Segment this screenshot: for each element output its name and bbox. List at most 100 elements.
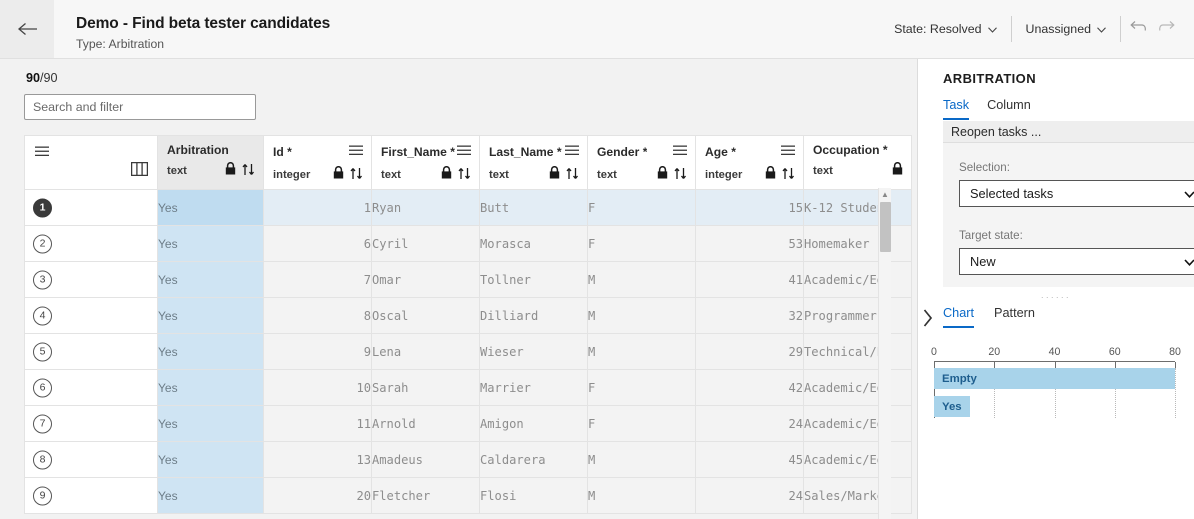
cell-id[interactable]: 6 bbox=[263, 225, 372, 262]
cell-first-name[interactable]: Cyril bbox=[371, 225, 480, 262]
hamburger-icon[interactable] bbox=[673, 143, 687, 161]
row-selector-cell[interactable]: 8 bbox=[24, 441, 158, 478]
panel-resize-grip[interactable]: ...... bbox=[918, 287, 1194, 300]
sort-icon[interactable] bbox=[242, 163, 255, 179]
cell-id[interactable]: 20 bbox=[263, 477, 372, 514]
tab-pattern[interactable]: Pattern bbox=[994, 306, 1035, 328]
panel-collapse-toggle[interactable] bbox=[918, 307, 938, 333]
cell-occupation[interactable]: K-12 Student bbox=[803, 189, 912, 226]
table-row[interactable]: 5 Yes 9 Lena Wieser M 29 Technical/En bbox=[24, 333, 912, 370]
state-filter-dropdown[interactable]: State: Resolved bbox=[883, 17, 1007, 41]
sort-icon[interactable] bbox=[350, 167, 363, 183]
cell-arbitration[interactable]: Yes bbox=[157, 369, 264, 406]
back-button[interactable] bbox=[0, 0, 54, 58]
table-row[interactable]: 1 Yes 1 Ryan Butt F 15 K-12 Student bbox=[24, 189, 912, 226]
sort-icon[interactable] bbox=[566, 167, 579, 183]
cell-first-name[interactable]: Arnold bbox=[371, 405, 480, 442]
row-number-badge[interactable]: 7 bbox=[33, 414, 52, 433]
lock-icon[interactable] bbox=[765, 166, 776, 184]
row-selector-cell[interactable]: 9 bbox=[24, 477, 158, 514]
cell-gender[interactable]: F bbox=[587, 405, 696, 442]
chart-bar[interactable]: Empty bbox=[934, 368, 1175, 389]
cell-occupation[interactable]: Homemaker bbox=[803, 225, 912, 262]
table-row[interactable]: 6 Yes 10 Sarah Marrier F 42 Academic/Edu bbox=[24, 369, 912, 406]
cell-id[interactable]: 9 bbox=[263, 333, 372, 370]
hamburger-icon[interactable] bbox=[35, 144, 49, 162]
tab-task[interactable]: Task bbox=[943, 98, 970, 120]
cell-age[interactable]: 42 bbox=[695, 369, 804, 406]
tab-chart[interactable]: Chart bbox=[943, 306, 975, 328]
column-header-id[interactable]: Id * integer bbox=[263, 135, 372, 190]
row-number-badge[interactable]: 2 bbox=[33, 234, 52, 253]
row-number-badge[interactable]: 4 bbox=[33, 306, 52, 325]
hamburger-icon[interactable] bbox=[457, 143, 471, 161]
cell-gender[interactable]: M bbox=[587, 261, 696, 298]
scrollbar-thumb[interactable] bbox=[880, 202, 891, 252]
cell-age[interactable]: 15 bbox=[695, 189, 804, 226]
cell-first-name[interactable]: Lena bbox=[371, 333, 480, 370]
redo-button[interactable] bbox=[1152, 16, 1180, 42]
cell-arbitration[interactable]: Yes bbox=[157, 477, 264, 514]
cell-last-name[interactable]: Flosi bbox=[479, 477, 588, 514]
lock-icon[interactable] bbox=[333, 166, 344, 184]
table-row[interactable]: 4 Yes 8 Oscal Dilliard M 32 Programmer bbox=[24, 297, 912, 334]
columns-icon[interactable] bbox=[130, 161, 149, 181]
cell-occupation[interactable]: Academic/Edu bbox=[803, 405, 912, 442]
sort-icon[interactable] bbox=[782, 167, 795, 183]
row-selector-cell[interactable]: 3 bbox=[24, 261, 158, 298]
cell-occupation[interactable]: Sales/Market bbox=[803, 477, 912, 514]
cell-gender[interactable]: M bbox=[587, 333, 696, 370]
lock-icon[interactable] bbox=[549, 166, 560, 184]
cell-last-name[interactable]: Morasca bbox=[479, 225, 588, 262]
cell-id[interactable]: 1 bbox=[263, 189, 372, 226]
row-selector-cell[interactable]: 2 bbox=[24, 225, 158, 262]
lock-icon[interactable] bbox=[225, 162, 236, 180]
cell-last-name[interactable]: Marrier bbox=[479, 369, 588, 406]
tab-column[interactable]: Column bbox=[987, 98, 1031, 120]
cell-last-name[interactable]: Amigon bbox=[479, 405, 588, 442]
cell-age[interactable]: 45 bbox=[695, 441, 804, 478]
selection-dropdown[interactable]: Selected tasks bbox=[959, 180, 1194, 207]
assignee-dropdown[interactable]: Unassigned bbox=[1015, 17, 1117, 41]
cell-first-name[interactable]: Amadeus bbox=[371, 441, 480, 478]
cell-last-name[interactable]: Wieser bbox=[479, 333, 588, 370]
hamburger-icon[interactable] bbox=[349, 143, 363, 161]
row-number-badge[interactable]: 1 bbox=[33, 198, 52, 217]
scroll-up-icon[interactable]: ▲ bbox=[881, 190, 889, 199]
row-number-badge[interactable]: 6 bbox=[33, 378, 52, 397]
column-header-age[interactable]: Age * integer bbox=[695, 135, 804, 190]
cell-id[interactable]: 13 bbox=[263, 441, 372, 478]
cell-age[interactable]: 24 bbox=[695, 405, 804, 442]
cell-arbitration[interactable]: Yes bbox=[157, 189, 264, 226]
chart-bar[interactable]: Yes bbox=[934, 396, 971, 417]
cell-first-name[interactable]: Ryan bbox=[371, 189, 480, 226]
search-input[interactable] bbox=[24, 94, 256, 120]
row-number-badge[interactable]: 9 bbox=[33, 486, 52, 505]
column-header-gender[interactable]: Gender * text bbox=[587, 135, 696, 190]
cell-gender[interactable]: F bbox=[587, 225, 696, 262]
target-state-dropdown[interactable]: New bbox=[959, 248, 1194, 275]
undo-button[interactable] bbox=[1124, 16, 1152, 42]
cell-occupation[interactable]: Academic/Edu bbox=[803, 369, 912, 406]
cell-id[interactable]: 11 bbox=[263, 405, 372, 442]
cell-last-name[interactable]: Dilliard bbox=[479, 297, 588, 334]
cell-gender[interactable]: F bbox=[587, 369, 696, 406]
row-number-badge[interactable]: 5 bbox=[33, 342, 52, 361]
column-header-arbitration[interactable]: Arbitration text bbox=[157, 135, 264, 190]
row-selector-cell[interactable]: 4 bbox=[24, 297, 158, 334]
cell-age[interactable]: 24 bbox=[695, 477, 804, 514]
column-header-last-name[interactable]: Last_Name * text bbox=[479, 135, 588, 190]
cell-first-name[interactable]: Sarah bbox=[371, 369, 480, 406]
cell-arbitration[interactable]: Yes bbox=[157, 333, 264, 370]
column-header-occupation[interactable]: Occupation * text bbox=[803, 135, 912, 190]
hamburger-icon[interactable] bbox=[781, 143, 795, 161]
cell-age[interactable]: 32 bbox=[695, 297, 804, 334]
lock-icon[interactable] bbox=[892, 162, 903, 180]
cell-age[interactable]: 41 bbox=[695, 261, 804, 298]
lock-icon[interactable] bbox=[441, 166, 452, 184]
column-header-first-name[interactable]: First_Name * text bbox=[371, 135, 480, 190]
table-vertical-scrollbar[interactable]: ▲ bbox=[878, 188, 891, 519]
cell-first-name[interactable]: Omar bbox=[371, 261, 480, 298]
sort-icon[interactable] bbox=[458, 167, 471, 183]
cell-id[interactable]: 7 bbox=[263, 261, 372, 298]
